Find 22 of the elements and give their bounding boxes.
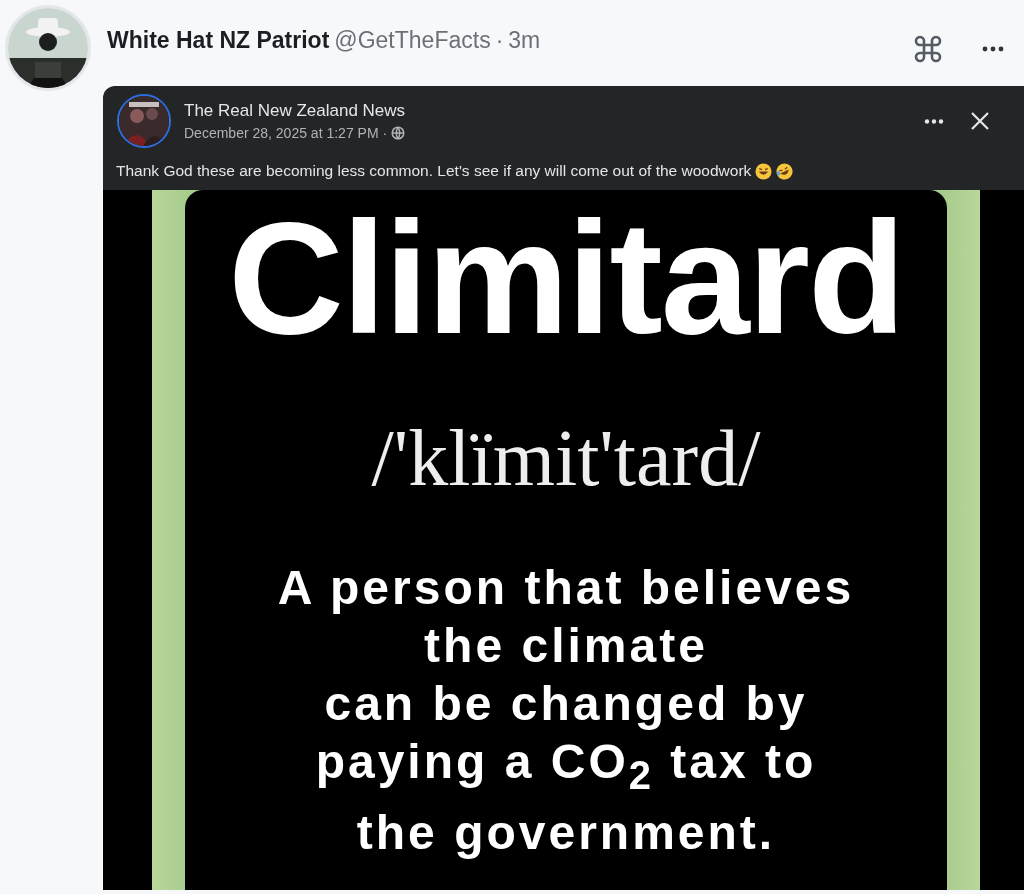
post-text: Thank God these are becoming less common. Let's see if any will come out of the woodwork [116, 162, 752, 180]
close-icon[interactable] [970, 111, 990, 131]
globe-icon [391, 126, 406, 140]
meme-definition-line: the government. [356, 804, 776, 861]
meme-definition-line: can be changed by [324, 676, 808, 732]
meme-headline: Climitard [228, 198, 904, 358]
post-time[interactable]: 3m [508, 27, 541, 54]
author-name[interactable]: White Hat NZ Patriot [107, 27, 330, 54]
more-icon[interactable] [982, 46, 1004, 52]
separator: · [382, 125, 388, 141]
command-icon[interactable] [914, 35, 942, 63]
meme-definition-line: paying a CO$_{2}$ tax to [315, 734, 817, 799]
laughing-emoji-icon [776, 162, 794, 180]
post-date[interactable]: December 28, 2025 at 1:27 PM [184, 125, 379, 141]
author-handle[interactable]: @GetTheFacts [334, 27, 491, 54]
meme-definition-line: A person that believes [277, 560, 855, 616]
page-name[interactable]: The Real New Zealand News [184, 101, 924, 121]
meme-definition-line: the climate [424, 618, 708, 674]
laughing-emoji-icon [755, 162, 773, 180]
meme-pronunciation: /'klïmit'tard/ [371, 413, 761, 504]
separator: · [495, 27, 504, 54]
more-icon[interactable] [924, 118, 944, 124]
